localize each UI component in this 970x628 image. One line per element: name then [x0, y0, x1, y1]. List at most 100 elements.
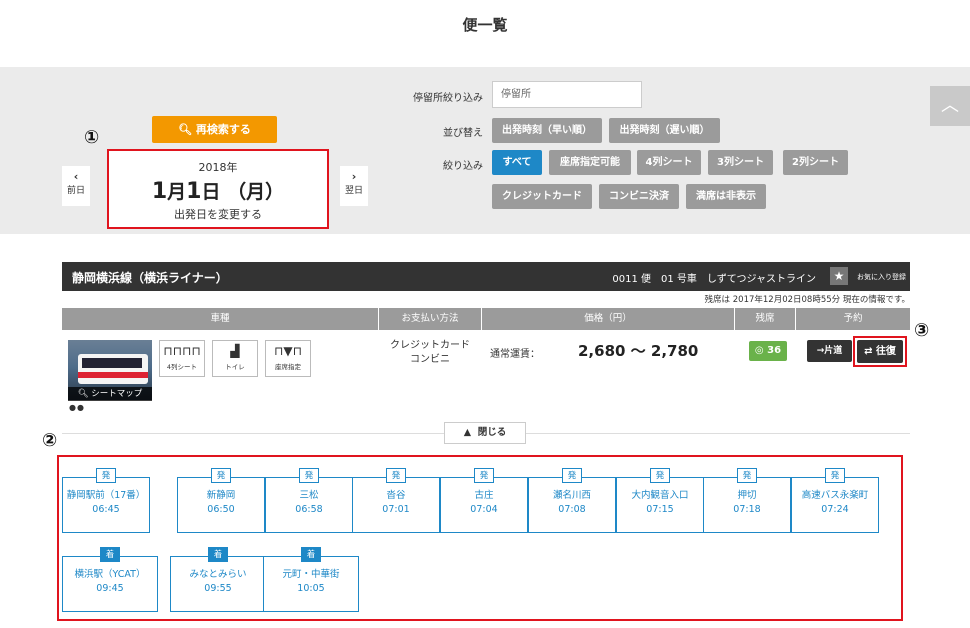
stop-name: 沓谷 — [386, 490, 406, 501]
seats-left-badge: ◎ 36 — [749, 341, 787, 361]
sort-early-button[interactable]: 出発時刻（早い順） — [492, 118, 602, 143]
remaining-note: 残席は 2017年12月02日08時55分 現在の情報です。 — [704, 295, 910, 305]
stop-time: 06:45 — [92, 504, 120, 515]
stop-card: 発静岡駅前（17番） 06:45 — [62, 468, 150, 533]
sort-late-button[interactable]: 出発時刻（遅い順） — [609, 118, 720, 143]
search-icon: 🔍︎ — [178, 123, 193, 136]
stop-filter-input[interactable]: 停留所 — [492, 81, 642, 108]
departure-date-box[interactable]: 2018年 1月1日 （月） 出発日を変更する — [107, 149, 329, 229]
stop-name: 元町・中華街 — [282, 569, 340, 580]
stop-card: 発新静岡 06:50 — [177, 468, 265, 533]
filter-2col-button[interactable]: 2列シート — [783, 150, 848, 175]
roundtrip-button[interactable]: ⇄ 往復 — [853, 336, 907, 367]
payment-convenience: コンビニ — [410, 354, 450, 365]
departure-tag: 発 — [386, 468, 406, 483]
stop-time: 07:18 — [733, 504, 761, 515]
feature-seat-select-label: 座席指定 — [275, 363, 301, 371]
filter-4col-button[interactable]: 4列シート — [637, 150, 701, 175]
date-day: 1 — [186, 179, 202, 204]
swap-arrows-icon: ⇄ — [864, 346, 873, 357]
stop-name: みなとみらい — [189, 569, 247, 580]
stop-name: 三松 — [299, 490, 319, 501]
research-label: 再検索する — [195, 123, 251, 136]
marker-2: ② — [42, 430, 58, 451]
stop-card: 着横浜駅（YCAT） 09:45 — [62, 547, 158, 612]
filter-3col-button[interactable]: 3列シート — [708, 150, 773, 175]
departure-tag: 発 — [96, 468, 116, 483]
favorite-label[interactable]: お気に入り登録 — [857, 272, 906, 282]
departure-tag: 発 — [650, 468, 670, 483]
double-circle-icon: ◎ — [754, 345, 764, 356]
sort-label: 並び替え — [443, 128, 483, 139]
stop-name: 新静岡 — [206, 490, 236, 501]
feature-4col-label: 4列シート — [166, 363, 198, 371]
next-day-button[interactable]: › 翌日 — [340, 166, 368, 206]
oneway-button[interactable]: →片道 — [807, 340, 852, 362]
close-label: 閉じる — [477, 427, 507, 438]
seatmap-label: シートマップ — [91, 389, 143, 399]
departure-tag: 発 — [474, 468, 494, 483]
date-weekday: （月） — [227, 181, 285, 203]
stop-time: 07:04 — [470, 504, 498, 515]
date-day-suffix: 日 — [201, 181, 221, 203]
header-vehicle: 車種 — [62, 308, 379, 330]
arrival-tag: 着 — [100, 547, 120, 562]
filter-convenience-button[interactable]: コンビニ決済 — [599, 184, 679, 209]
prev-day-button[interactable]: ‹ 前日 — [62, 166, 90, 206]
triangle-up-icon: ▲ — [463, 427, 472, 438]
chevron-right-icon: › — [351, 170, 357, 183]
feature-toilet: ▟ トイレ — [212, 340, 258, 377]
date-year: 2018年 — [198, 161, 238, 174]
research-button[interactable]: 🔍︎ 再検索する — [152, 116, 277, 143]
prev-day-label: 前日 — [66, 186, 85, 196]
stop-card: 発押切 07:18 — [703, 468, 791, 533]
chevron-up-icon: ︿ — [941, 95, 959, 116]
payment-methods: クレジットカード コンビニ — [380, 339, 480, 367]
stop-card: 発古庄 07:04 — [440, 468, 528, 533]
roundtrip-label: 往復 — [875, 346, 896, 357]
seatmap-button[interactable]: 🔍︎ シートマップ — [68, 387, 152, 401]
chevron-left-icon: ‹ — [73, 170, 79, 183]
feature-4col: ⊓⊓⊓⊓ 4列シート — [159, 340, 205, 377]
fare-label: 通常運賃： — [490, 349, 540, 360]
table-header: 車種 お支払い方法 価格（円） 残席 予約 — [62, 308, 910, 330]
stop-card: 着みなとみらい 09:55 — [170, 547, 266, 612]
photo-dots[interactable]: ●● — [69, 403, 85, 412]
feature-toilet-label: トイレ — [225, 363, 245, 371]
date-month-suffix: 月 — [167, 181, 187, 203]
departure-tag: 発 — [299, 468, 319, 483]
filter-hide-full-button[interactable]: 満席は非表示 — [686, 184, 766, 209]
stop-card: 発高速バス永楽町 07:24 — [791, 468, 879, 533]
filter-seat-select-button[interactable]: 座席指定可能 — [549, 150, 631, 175]
close-button[interactable]: ▲ 閉じる — [444, 422, 526, 444]
departure-tag: 発 — [211, 468, 231, 483]
filter-label: 絞り込み — [443, 161, 483, 172]
next-day-label: 翌日 — [344, 186, 363, 196]
marker-1: ① — [84, 127, 100, 148]
stop-time: 07:01 — [382, 504, 410, 515]
stop-time: 06:58 — [295, 504, 323, 515]
payment-credit: クレジットカード — [390, 340, 470, 351]
route-name: 静岡横浜線（横浜ライナー） — [72, 271, 228, 285]
stop-time: 09:45 — [96, 583, 124, 594]
stop-name: 押切 — [737, 490, 757, 501]
marker-3: ③ — [914, 320, 930, 341]
filter-all-button[interactable]: すべて — [492, 150, 542, 175]
change-date-label: 出発日を変更する — [174, 208, 262, 221]
stop-name: 大内観音入口 — [631, 490, 689, 501]
stop-card: 発三松 06:58 — [265, 468, 353, 533]
seats-left-value: 36 — [767, 345, 782, 356]
scroll-top-button[interactable]: ︿ — [930, 86, 970, 126]
date-month: 1 — [151, 179, 168, 204]
date-main: 1月1日 （月） — [109, 177, 327, 204]
header-seats: 残席 — [735, 308, 796, 330]
fare-value: 2,680 ～ 2,780 — [578, 342, 699, 360]
arrival-tag: 着 — [301, 547, 321, 562]
filter-credit-button[interactable]: クレジットカード — [492, 184, 592, 209]
stop-time: 07:24 — [821, 504, 849, 515]
header-price: 価格（円） — [482, 308, 735, 330]
star-icon[interactable]: ★ — [830, 267, 848, 285]
stop-time: 07:08 — [558, 504, 586, 515]
feature-seat-select: ⊓▼⊓ 座席指定 — [265, 340, 311, 377]
stop-card: 発沓谷 07:01 — [352, 468, 440, 533]
